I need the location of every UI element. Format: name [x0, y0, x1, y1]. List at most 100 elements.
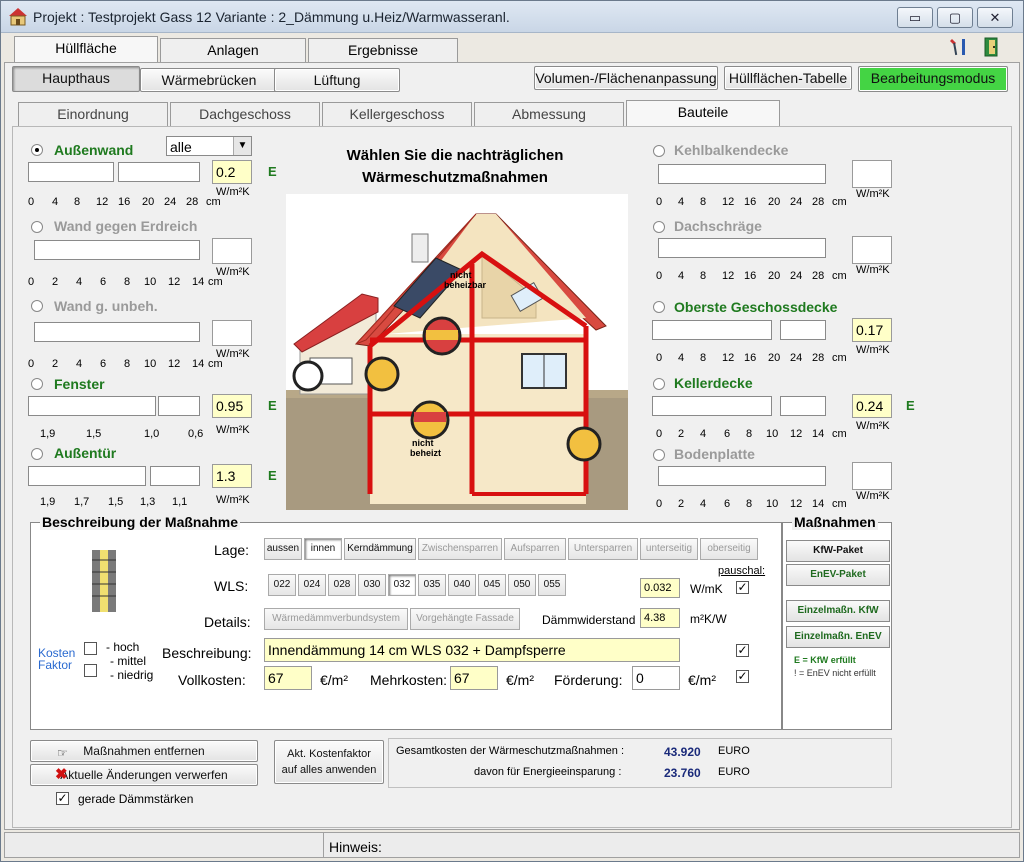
wls-030[interactable]: 030	[358, 574, 386, 596]
slider-aussenwand-b[interactable]	[118, 162, 200, 182]
wls-045[interactable]: 045	[478, 574, 506, 596]
pauschal-checkbox[interactable]: ✓	[736, 581, 749, 594]
slider-fenster-a[interactable]	[28, 396, 156, 416]
enev-paket-button[interactable]: EnEV-Paket	[786, 564, 890, 586]
slider-dachschraege[interactable]	[658, 238, 826, 258]
wls-024[interactable]: 024	[298, 574, 326, 596]
details-wdvs[interactable]: Wärmedämmverbundsystem	[264, 608, 408, 630]
slider-oberste-a[interactable]	[652, 320, 772, 340]
window-title: Projekt : Testprojekt Gass 12 Variante :…	[33, 9, 510, 25]
details-fassade[interactable]: Vorgehängte Fassade	[410, 608, 520, 630]
dropdown-filter[interactable]: alle ▼	[166, 136, 252, 156]
einzel-enev-button[interactable]: Einzelmaßn. EnEV	[786, 626, 890, 648]
tab-huellflaeche[interactable]: Hüllfläche	[14, 36, 158, 62]
massnahmen-entfernen-button[interactable]: ☞ Maßnahmen entfernen	[30, 740, 258, 762]
slider-keller-b[interactable]	[780, 396, 826, 416]
slider-fenster-b[interactable]	[158, 396, 200, 416]
value-aussenwand[interactable]: 0.2	[212, 160, 252, 184]
bearbeitungsmodus-button[interactable]: Bearbeitungsmodus	[858, 66, 1008, 92]
radio-dachschraege[interactable]	[653, 221, 665, 233]
daemm-value[interactable]: 4.38	[640, 608, 680, 628]
akt-kostenfaktor-button[interactable]: Akt. Kostenfaktor auf alles anwenden	[274, 740, 384, 784]
lage-unterseitig[interactable]: unterseitig	[640, 538, 698, 560]
tab-abmessung[interactable]: Abmessung	[474, 102, 624, 126]
close-button[interactable]: ✕	[977, 7, 1013, 28]
radio-unbeh[interactable]	[31, 300, 43, 312]
lage-zwischensparren[interactable]: Zwischensparren	[418, 538, 502, 560]
wls-022[interactable]: 022	[268, 574, 296, 596]
wls-040[interactable]: 040	[448, 574, 476, 596]
kosten-niedrig-checkbox[interactable]	[84, 664, 97, 677]
tab-kellergeschoss[interactable]: Kellergeschoss	[322, 102, 472, 126]
value-unbeh[interactable]	[212, 320, 252, 346]
slider-aussenwand-a[interactable]	[28, 162, 114, 182]
radio-aussentuer[interactable]	[31, 448, 43, 460]
lage-aufsparren[interactable]: Aufsparren	[504, 538, 566, 560]
wls-055[interactable]: 055	[538, 574, 566, 596]
radio-keller[interactable]	[653, 378, 665, 390]
tools-icon[interactable]	[948, 36, 970, 58]
wls-050[interactable]: 050	[508, 574, 536, 596]
label-nicht-beheizt-1: nicht	[412, 438, 434, 448]
slider-aussentuer-a[interactable]	[28, 466, 146, 486]
gerade-checkbox[interactable]: ✓	[56, 792, 69, 805]
radio-boden[interactable]	[653, 449, 665, 461]
minimize-button[interactable]: ▭	[897, 7, 933, 28]
aenderungen-verwerfen-button[interactable]: ✖ Aktuelle Änderungen verwerfen	[30, 764, 258, 786]
lueftung-button[interactable]: Lüftung	[274, 68, 400, 92]
lage-untersparren[interactable]: Untersparren	[568, 538, 638, 560]
wls-032[interactable]: 032	[388, 574, 416, 596]
tab-dachgeschoss[interactable]: Dachgeschoss	[170, 102, 320, 126]
maximize-button[interactable]: ▢	[937, 7, 973, 28]
slider-aussentuer-b[interactable]	[150, 466, 200, 486]
slider-erdreich[interactable]	[34, 240, 200, 260]
tab-ergebnisse[interactable]: Ergebnisse	[308, 38, 458, 62]
wls-028[interactable]: 028	[328, 574, 356, 596]
foerd-checkbox[interactable]: ✓	[736, 670, 749, 683]
beschr-input[interactable]: Innendämmung 14 cm WLS 032 + Dampfsperre	[264, 638, 680, 662]
tab-anlagen[interactable]: Anlagen	[160, 38, 306, 62]
wls-035[interactable]: 035	[418, 574, 446, 596]
tab-bauteile[interactable]: Bauteile	[626, 100, 780, 126]
value-kehlbalken[interactable]	[852, 160, 892, 188]
lage-kerndaemmung[interactable]: Kerndämmung	[344, 538, 416, 560]
slider-boden[interactable]	[658, 466, 826, 486]
lage-oberseitig[interactable]: oberseitig	[700, 538, 758, 560]
kosten-hoch-checkbox[interactable]	[84, 642, 97, 655]
value-oberste[interactable]: 0.17	[852, 318, 892, 342]
einzel-kfw-button[interactable]: Einzelmaßn. KfW	[786, 600, 890, 622]
lage-innen[interactable]: innen	[304, 538, 342, 560]
value-boden[interactable]	[852, 462, 892, 490]
davon-label: davon für Energieeinsparung :	[474, 766, 622, 778]
slider-kehlbalken[interactable]	[658, 164, 826, 184]
haupthaus-button[interactable]: Haupthaus	[12, 66, 140, 92]
radio-fenster[interactable]	[31, 378, 43, 390]
radio-oberste[interactable]	[653, 301, 665, 313]
gesamt-value: 43.920	[664, 745, 701, 759]
foerd-input[interactable]: 0	[632, 666, 680, 690]
mehr-input[interactable]: 67	[450, 666, 498, 690]
exit-door-icon[interactable]	[980, 36, 1002, 58]
beschr-checkbox[interactable]: ✓	[736, 644, 749, 657]
value-fenster[interactable]: 0.95	[212, 394, 252, 418]
value-aussentuer[interactable]: 1.3	[212, 464, 252, 488]
value-erdreich[interactable]	[212, 238, 252, 264]
waermebruecken-button[interactable]: Wärmebrücken	[140, 68, 278, 92]
lage-aussen[interactable]: aussen	[264, 538, 302, 560]
slider-oberste-b[interactable]	[780, 320, 826, 340]
value-keller[interactable]: 0.24	[852, 394, 892, 418]
wls-value[interactable]: 0.032	[640, 578, 680, 598]
voll-input[interactable]: 67	[264, 666, 312, 690]
slider-unbeh[interactable]	[34, 322, 200, 342]
radio-erdreich[interactable]	[31, 221, 43, 233]
radio-kehlbalken[interactable]	[653, 145, 665, 157]
tab-einordnung[interactable]: Einordnung	[18, 102, 168, 126]
huellflaechen-tabelle-button[interactable]: Hüllflächen-Tabelle	[724, 66, 852, 90]
chevron-down-icon[interactable]: ▼	[233, 137, 251, 155]
volumen-flaechenanpassung-button[interactable]: Volumen-/Flächenanpassung	[534, 66, 718, 90]
mehr-unit: €/m²	[506, 672, 534, 688]
radio-aussenwand[interactable]	[31, 144, 43, 156]
slider-keller-a[interactable]	[652, 396, 772, 416]
kfw-paket-button[interactable]: KfW-Paket	[786, 540, 890, 562]
value-dachschraege[interactable]	[852, 236, 892, 264]
